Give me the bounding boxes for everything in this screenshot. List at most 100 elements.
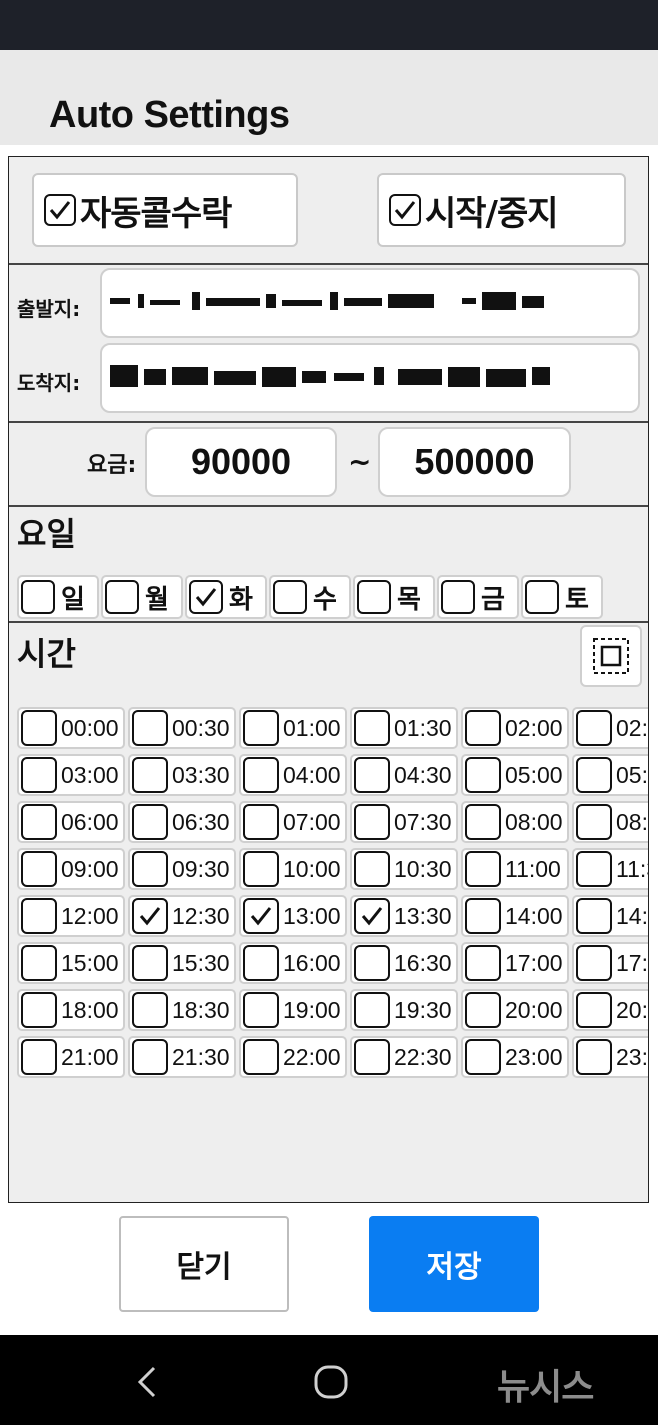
time-slot[interactable]: 01:30 (350, 707, 458, 749)
time-slot-checkbox[interactable] (576, 804, 612, 840)
select-all-button[interactable] (580, 625, 642, 687)
time-slot[interactable]: 21:30 (128, 1036, 236, 1078)
time-slot[interactable]: 03:00 (17, 754, 125, 796)
time-slot[interactable]: 19:30 (350, 989, 458, 1031)
time-slot-checkbox[interactable] (354, 710, 390, 746)
day-checkbox[interactable] (21, 580, 55, 614)
time-slot[interactable]: 04:30 (350, 754, 458, 796)
time-slot[interactable]: 15:30 (128, 942, 236, 984)
start-stop-checkbox[interactable] (389, 194, 421, 226)
day-checkbox[interactable] (357, 580, 391, 614)
time-slot-checkbox[interactable] (465, 992, 501, 1028)
time-slot-checkbox[interactable] (465, 804, 501, 840)
day-option[interactable]: 토 (521, 575, 603, 619)
time-slot[interactable]: 00:30 (128, 707, 236, 749)
time-slot[interactable]: 14:30 (572, 895, 648, 937)
time-slot[interactable]: 05:30 (572, 754, 648, 796)
time-slot-checkbox[interactable] (243, 992, 279, 1028)
time-slot[interactable]: 02:00 (461, 707, 569, 749)
time-slot[interactable]: 20:30 (572, 989, 648, 1031)
time-slot-checkbox[interactable] (354, 757, 390, 793)
time-slot[interactable]: 14:00 (461, 895, 569, 937)
time-slot[interactable]: 09:30 (128, 848, 236, 890)
day-option[interactable]: 일 (17, 575, 99, 619)
time-slot[interactable]: 07:00 (239, 801, 347, 843)
time-slot[interactable]: 00:00 (17, 707, 125, 749)
time-slot[interactable]: 17:30 (572, 942, 648, 984)
time-slot-checkbox[interactable] (354, 898, 390, 934)
time-slot-checkbox[interactable] (576, 710, 612, 746)
time-slot[interactable]: 08:00 (461, 801, 569, 843)
time-slot-checkbox[interactable] (576, 1039, 612, 1075)
time-slot-checkbox[interactable] (21, 992, 57, 1028)
auto-accept-checkbox[interactable] (44, 194, 76, 226)
time-slot-checkbox[interactable] (132, 851, 168, 887)
time-slot[interactable]: 17:00 (461, 942, 569, 984)
time-slot-checkbox[interactable] (243, 804, 279, 840)
time-slot[interactable]: 13:00 (239, 895, 347, 937)
time-slot-checkbox[interactable] (243, 945, 279, 981)
time-slot-checkbox[interactable] (132, 757, 168, 793)
time-slot-checkbox[interactable] (576, 898, 612, 934)
time-slot-checkbox[interactable] (132, 1039, 168, 1075)
time-slot-checkbox[interactable] (132, 898, 168, 934)
time-slot[interactable]: 23:00 (461, 1036, 569, 1078)
time-slot[interactable]: 03:30 (128, 754, 236, 796)
time-slot[interactable]: 07:30 (350, 801, 458, 843)
time-slot[interactable]: 19:00 (239, 989, 347, 1031)
day-checkbox[interactable] (441, 580, 475, 614)
time-slot[interactable]: 06:00 (17, 801, 125, 843)
back-icon[interactable] (128, 1362, 168, 1402)
time-slot-checkbox[interactable] (243, 710, 279, 746)
time-slot[interactable]: 05:00 (461, 754, 569, 796)
time-slot-checkbox[interactable] (354, 851, 390, 887)
arrival-field[interactable] (100, 343, 640, 413)
time-slot[interactable]: 20:00 (461, 989, 569, 1031)
day-option[interactable]: 수 (269, 575, 351, 619)
time-slot-checkbox[interactable] (243, 1039, 279, 1075)
time-slot-checkbox[interactable] (132, 945, 168, 981)
fare-min-field[interactable]: 90000 (145, 427, 337, 497)
time-slot-checkbox[interactable] (132, 710, 168, 746)
time-slot[interactable]: 09:00 (17, 848, 125, 890)
day-option[interactable]: 화 (185, 575, 267, 619)
time-slot-checkbox[interactable] (132, 804, 168, 840)
time-slot[interactable]: 06:30 (128, 801, 236, 843)
time-slot[interactable]: 16:00 (239, 942, 347, 984)
time-slot-checkbox[interactable] (354, 992, 390, 1028)
auto-accept-toggle[interactable]: 자동콜수락 (32, 173, 298, 247)
time-slot[interactable]: 11:30 (572, 848, 648, 890)
time-slot-checkbox[interactable] (576, 945, 612, 981)
time-slot-checkbox[interactable] (576, 992, 612, 1028)
time-slot-checkbox[interactable] (354, 1039, 390, 1075)
time-slot[interactable]: 22:30 (350, 1036, 458, 1078)
home-icon[interactable] (311, 1362, 351, 1402)
departure-field[interactable] (100, 268, 640, 338)
time-slot-checkbox[interactable] (21, 945, 57, 981)
time-slot-checkbox[interactable] (465, 1039, 501, 1075)
time-slot[interactable]: 12:30 (128, 895, 236, 937)
time-slot[interactable]: 01:00 (239, 707, 347, 749)
time-slot[interactable]: 13:30 (350, 895, 458, 937)
time-slot[interactable]: 12:00 (17, 895, 125, 937)
time-slot[interactable]: 08:30 (572, 801, 648, 843)
time-slot-checkbox[interactable] (21, 710, 57, 746)
time-slot-checkbox[interactable] (576, 757, 612, 793)
time-slot[interactable]: 15:00 (17, 942, 125, 984)
time-slot-checkbox[interactable] (21, 757, 57, 793)
day-option[interactable]: 월 (101, 575, 183, 619)
time-slot-checkbox[interactable] (132, 992, 168, 1028)
start-stop-toggle[interactable]: 시작/중지 (377, 173, 626, 247)
save-button[interactable]: 저장 (369, 1216, 539, 1312)
time-slot[interactable]: 23:30 (572, 1036, 648, 1078)
time-slot-checkbox[interactable] (465, 757, 501, 793)
time-slot[interactable]: 18:00 (17, 989, 125, 1031)
time-slot-checkbox[interactable] (465, 898, 501, 934)
time-slot-checkbox[interactable] (21, 804, 57, 840)
close-button[interactable]: 닫기 (119, 1216, 289, 1312)
time-slot[interactable]: 02:30 (572, 707, 648, 749)
time-slot[interactable]: 10:30 (350, 848, 458, 890)
time-slot-checkbox[interactable] (465, 945, 501, 981)
day-checkbox[interactable] (273, 580, 307, 614)
time-slot-checkbox[interactable] (21, 898, 57, 934)
